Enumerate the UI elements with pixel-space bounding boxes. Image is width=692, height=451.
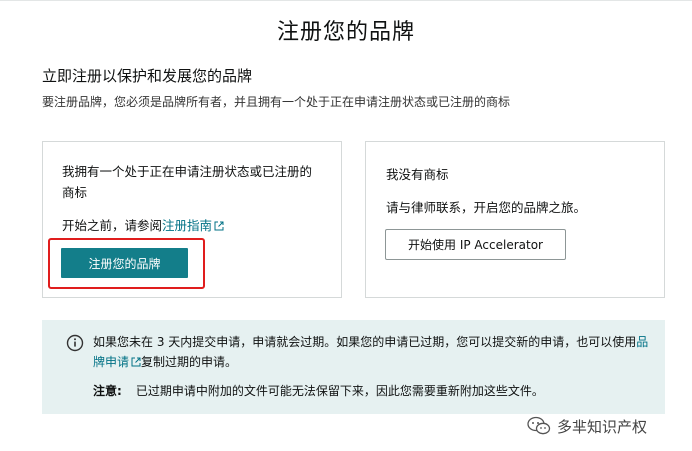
wechat-logo-icon	[527, 416, 551, 435]
card-title-registered: 我拥有一个处于正在申请注册状态或已注册的商标	[62, 164, 313, 200]
expiry-notice: 如果您未在 3 天内提交申请，申请就会过期。如果您的申请已过期，您可以提交新的申…	[42, 320, 665, 414]
registration-guide-link-label[interactable]: 注册指南	[162, 218, 212, 233]
section-description: 要注册品牌，您必须是品牌所有者，并且拥有一个处于正在申请注册状态或已注册的商标	[42, 95, 511, 109]
watermark-text: 多芈知识产权	[557, 417, 648, 436]
top-divider	[0, 0, 692, 1]
note-text: 已过期申请中附加的文件可能无法保留下来，因此您需要重新附加这些文件。	[135, 384, 544, 398]
notice-text-part1: 如果您未在 3 天内提交申请，申请就会过期。如果您的申请已过期，您可以提交新的申…	[93, 335, 637, 349]
info-icon	[66, 334, 84, 352]
notice-text-part2: 复制过期的申请。	[141, 355, 238, 369]
card-title-no-trademark: 我没有商标	[386, 167, 449, 182]
external-link-icon[interactable]	[214, 221, 224, 231]
guide-hint: 开始之前，请参阅注册指南	[62, 215, 224, 234]
contact-lawyer-text: 请与律师联系，开启您的品牌之旅。	[386, 200, 587, 215]
notice-text: 如果您未在 3 天内提交申请，申请就会过期。如果您的申请已过期，您可以提交新的申…	[93, 332, 653, 372]
section-heading: 立即注册以保护和发展您的品牌	[42, 67, 253, 85]
page-title: 注册您的品牌	[276, 20, 415, 45]
ip-accelerator-button[interactable]: 开始使用 IP Accelerator	[385, 229, 566, 260]
note-label: 注意:	[93, 384, 122, 398]
registered-trademark-card: 我拥有一个处于正在申请注册状态或已注册的商标 开始之前，请参阅注册指南 注册您的…	[42, 141, 342, 298]
registration-guide-link[interactable]: 注册指南	[162, 218, 224, 233]
watermark: 多芈知识产权	[527, 411, 647, 441]
notice-note: 注意: 已过期申请中附加的文件可能无法保留下来，因此您需要重新附加这些文件。	[93, 381, 653, 401]
no-trademark-card: 我没有商标 请与律师联系，开启您的品牌之旅。 开始使用 IP Accelerat…	[365, 141, 665, 298]
external-link-icon[interactable]	[131, 357, 141, 367]
guide-hint-prefix: 开始之前，请参阅	[62, 218, 163, 233]
register-brand-button[interactable]: 注册您的品牌	[61, 248, 188, 278]
